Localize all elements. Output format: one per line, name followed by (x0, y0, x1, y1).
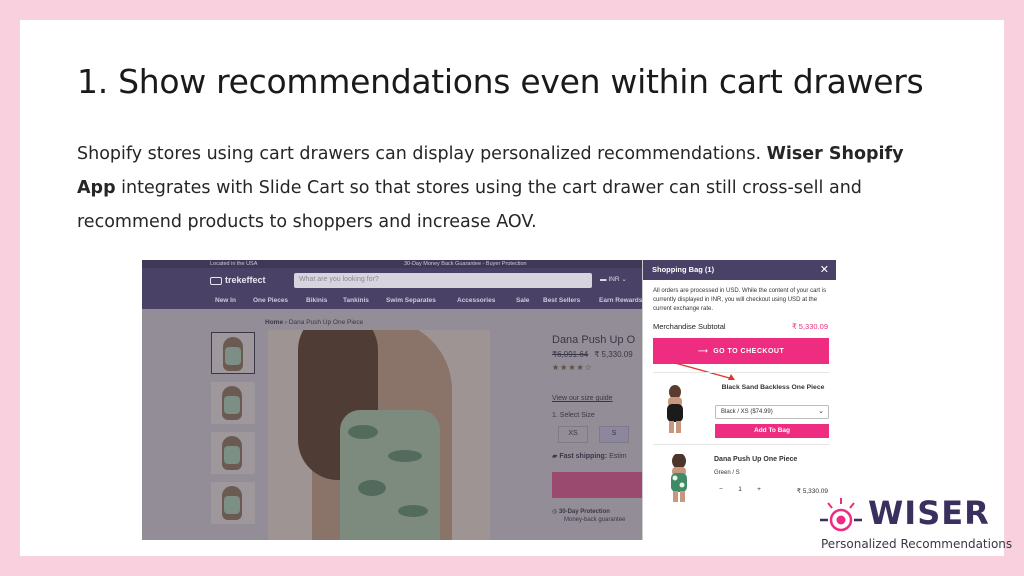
select-size-label: 1. Select Size (552, 412, 595, 419)
product-thumbnail[interactable] (211, 432, 255, 474)
breadcrumb-current: Dana Push Up One Piece (288, 319, 364, 326)
currency-label: INR (608, 276, 620, 283)
store-logo-icon (210, 276, 222, 285)
product-thumbnail[interactable] (211, 382, 255, 424)
current-price: ₹ 5,330.09 (594, 350, 633, 359)
topbar-location: Located in the USA (210, 261, 258, 267)
product-main-image (268, 330, 490, 540)
slide: 1. Show recommendations even within cart… (20, 20, 1004, 556)
old-price: ₹6,091.64 (552, 350, 589, 359)
product-prices: ₹6,091.64 ₹ 5,330.09 (552, 350, 633, 359)
size-guide-link[interactable]: View our size guide (552, 395, 613, 402)
breadcrumb: Home › Dana Push Up One Piece (265, 319, 364, 326)
cart-item-name[interactable]: Dana Push Up One Piece (714, 456, 797, 463)
breadcrumb-home[interactable]: Home (265, 319, 283, 326)
rating-stars: ★★★★☆ (552, 363, 593, 372)
variant-value: Black / XS ($74.99) (721, 409, 773, 415)
divider (653, 444, 829, 445)
cart-drawer: Shopping Bag (1) ✕ All orders are proces… (642, 260, 836, 540)
cart-drawer-header: Shopping Bag (1) ✕ (643, 260, 836, 280)
close-icon[interactable]: ✕ (820, 263, 829, 276)
chevron-down-icon: ⌄ (818, 408, 824, 415)
guarantee-info: ◎ 30-Day Protection Money-back guarantee (552, 508, 625, 524)
quantity-increase-button[interactable]: + (752, 486, 766, 493)
product-thumbnail[interactable] (211, 332, 255, 374)
shipping-label: Fast shipping: (559, 453, 608, 460)
cart-item-image[interactable] (661, 454, 697, 502)
checkout-label: GO TO CHECKOUT (713, 348, 785, 355)
cart-item-variant: Green / S (714, 470, 740, 476)
slide-body: Shopify stores using cart drawers can di… (77, 137, 937, 239)
check-circle-icon: ◎ (552, 509, 559, 515)
guarantee-text: Money-back guarantee (564, 517, 626, 523)
store-logo-text: trekeffect (225, 275, 266, 285)
recommended-product-image[interactable] (657, 385, 693, 433)
nav-item[interactable]: Swim Separates (386, 297, 436, 304)
wiser-eye-icon (820, 498, 862, 532)
arrow-right-icon: ⟶ (697, 348, 714, 355)
guarantee-title: 30-Day Protection (558, 509, 610, 515)
shipping-info: ▰ Fast shipping: Estim (552, 452, 627, 460)
cart-drawer-title: Shopping Bag (1) (652, 265, 715, 274)
chevron-down-icon: ⌄ (619, 276, 627, 283)
nav-item[interactable]: Sale (516, 297, 529, 304)
nav-item[interactable]: One Pieces (253, 297, 288, 304)
recommended-product-name[interactable]: Black Sand Backless One Piece (717, 382, 829, 393)
subtotal-value: ₹ 5,330.09 (791, 322, 828, 331)
wiser-logo: WISER Personalized Recommendations (818, 494, 1012, 554)
nav-item[interactable]: Tankinis (343, 297, 369, 304)
shipping-text: Estim (609, 453, 627, 460)
wiser-tagline: Personalized Recommendations (821, 537, 1013, 551)
add-to-cart-button[interactable] (552, 472, 652, 498)
body-text-part1: Shopify stores using cart drawers can di… (77, 144, 767, 164)
quantity-stepper: −1 + (714, 486, 766, 493)
size-option-xs[interactable]: XS (558, 426, 588, 443)
divider (653, 372, 829, 373)
nav-item[interactable]: Bikinis (306, 297, 327, 304)
nav-item[interactable]: Accessories (457, 297, 495, 304)
nav-item[interactable]: New In (215, 297, 236, 304)
quantity-value[interactable]: 1 (728, 486, 752, 493)
topbar-guarantee: 30-Day Money Back Guarantee - Buyer Prot… (404, 261, 527, 267)
add-to-bag-button[interactable]: Add To Bag (715, 424, 829, 438)
recommended-variant-select[interactable]: Black / XS ($74.99) ⌄ (715, 405, 829, 419)
size-option-s[interactable]: S (599, 426, 629, 443)
store-screenshot: Located in the USA 30-Day Money Back Gua… (142, 260, 836, 540)
quantity-decrease-button[interactable]: − (714, 486, 728, 493)
nav-item[interactable]: Best Sellers (543, 297, 580, 304)
product-title: Dana Push Up O (552, 334, 636, 346)
slide-heading: 1. Show recommendations even within cart… (77, 62, 924, 101)
subtotal-label: Merchandise Subtotal (653, 322, 726, 331)
nav-item[interactable]: Earn Rewards (599, 297, 642, 304)
currency-notice: All orders are processed in USD. While t… (653, 288, 827, 312)
store-logo[interactable]: trekeffect (210, 275, 266, 285)
currency-selector[interactable]: ▬ INR ⌄ (600, 275, 627, 283)
store-search-input[interactable]: What are you looking for? (294, 273, 592, 288)
body-text-part2: integrates with Slide Cart so that store… (77, 178, 862, 232)
wiser-wordmark: WISER (868, 494, 990, 532)
product-thumbnail[interactable] (211, 482, 255, 524)
